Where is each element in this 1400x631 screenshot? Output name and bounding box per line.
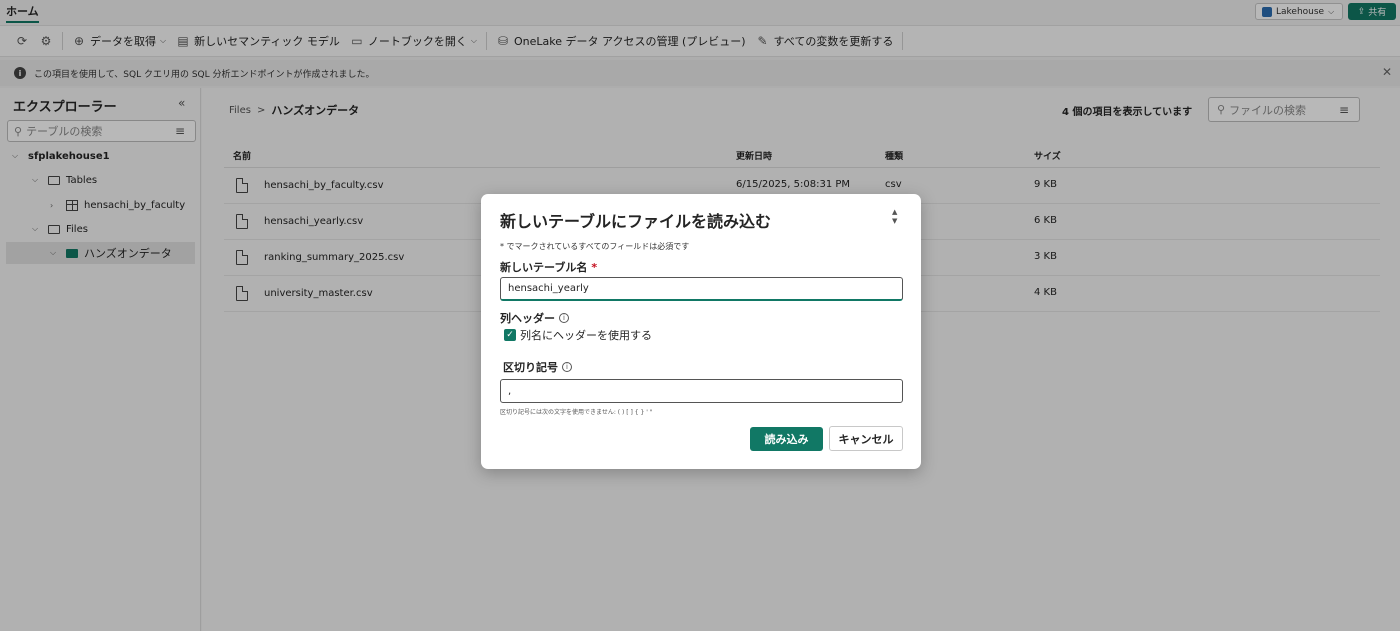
use-header-label: 列名にヘッダーを使用する [520, 329, 652, 342]
dialog-title: 新しいテーブルにファイルを読み込む [500, 212, 772, 231]
checkmark-icon[interactable]: ✓ [504, 329, 516, 341]
scroll-arrows-icon[interactable]: ▲ ▼ [892, 208, 897, 226]
use-header-checkbox[interactable]: ✓ 列名にヘッダーを使用する [504, 327, 652, 343]
cancel-button[interactable]: キャンセル [829, 426, 903, 451]
required-note: * でマークされているすべてのフィールドは必須です [500, 242, 690, 251]
column-header-label-text: 列ヘッダー [500, 312, 555, 325]
table-name-input[interactable] [500, 277, 903, 301]
table-name-label-text: 新しいテーブル名 [500, 261, 588, 274]
load-button[interactable]: 読み込み [750, 427, 823, 451]
info-icon[interactable]: i [562, 362, 572, 372]
info-icon[interactable]: i [559, 313, 569, 323]
table-name-label: 新しいテーブル名 * [500, 259, 597, 275]
delimiter-label: 区切り記号 i [503, 359, 572, 375]
required-star: * [591, 260, 598, 274]
delimiter-label-text: 区切り記号 [503, 361, 558, 374]
column-header-label: 列ヘッダー i [500, 310, 569, 326]
delimiter-hint: 区切り記号には次の文字を使用できません: ( ) [ ] { } ' " [500, 409, 653, 416]
delimiter-input[interactable] [500, 379, 903, 403]
load-to-table-dialog: 新しいテーブルにファイルを読み込む ▲ ▼ * でマークされているすべてのフィール… [481, 194, 921, 469]
